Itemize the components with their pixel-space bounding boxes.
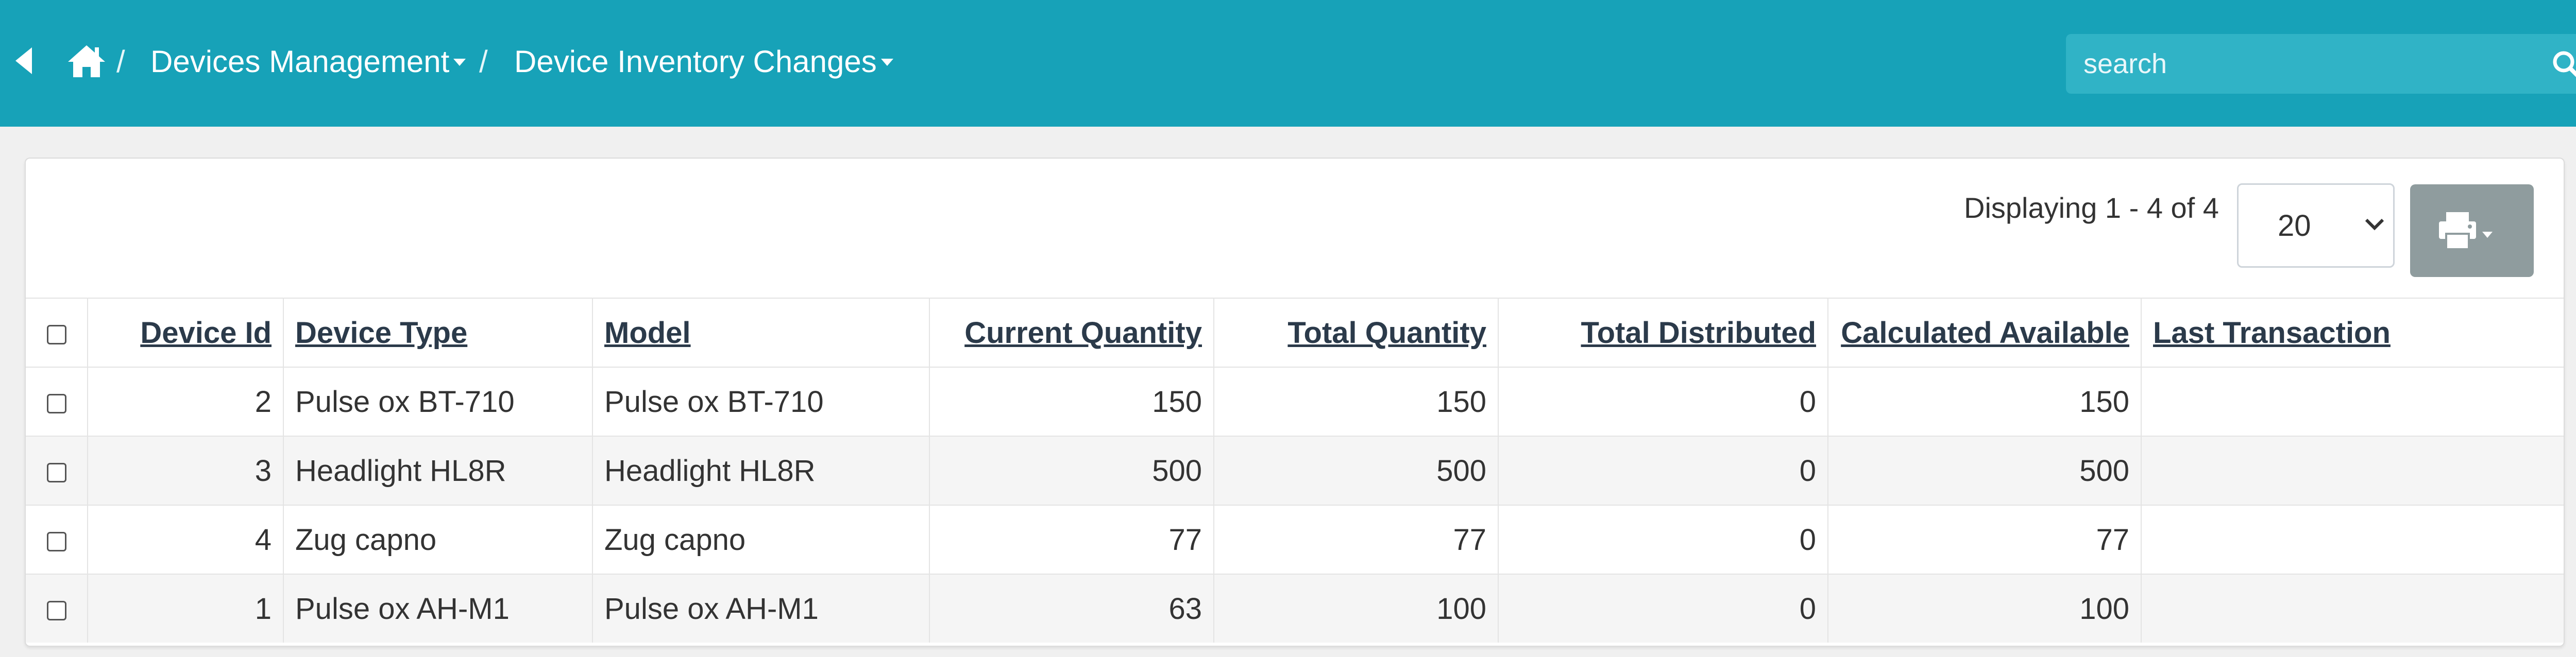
column-header-model[interactable]: Model [592, 298, 930, 367]
column-header-last-transaction[interactable]: Last Transaction [2141, 298, 2564, 367]
row-select-cell [26, 505, 88, 574]
breadcrumb-separator: / [479, 44, 488, 79]
column-header-total-distributed[interactable]: Total Distributed [1498, 298, 1828, 367]
row-checkbox[interactable] [46, 601, 66, 621]
cell-current-quantity: 150 [929, 367, 1214, 436]
breadcrumb-device-inventory-changes[interactable]: Device Inventory Changes [514, 43, 893, 80]
search-icon[interactable] [2551, 49, 2576, 80]
display-count: Displaying 1 - 4 of 4 [1964, 192, 2219, 224]
print-button[interactable] [2410, 184, 2534, 277]
page-size-value: 20 [2278, 209, 2311, 243]
column-header-calculated-available[interactable]: Calculated Available [1828, 298, 2142, 367]
row-checkbox[interactable] [46, 532, 66, 552]
cell-device-id: 2 [88, 367, 284, 436]
column-header-device-id[interactable]: Device Id [88, 298, 284, 367]
cell-current-quantity: 77 [929, 505, 1214, 574]
cell-model: Zug capno [592, 505, 930, 574]
back-arrow-icon[interactable] [13, 45, 34, 76]
inventory-panel: Displaying 1 - 4 of 4 20 Device Id Devic… [25, 158, 2565, 647]
breadcrumb-separator: / [116, 44, 125, 79]
column-header-total-quantity[interactable]: Total Quantity [1214, 298, 1499, 367]
caret-down-icon [453, 59, 466, 66]
cell-total-distributed: 0 [1498, 505, 1828, 574]
cell-total-distributed: 0 [1498, 436, 1828, 505]
cell-device-type: Headlight HL8R [283, 436, 593, 505]
cell-last-transaction [2141, 574, 2564, 643]
row-checkbox[interactable] [46, 463, 66, 483]
cell-model: Pulse ox AH-M1 [592, 574, 930, 643]
page-size-select[interactable]: 20 [2237, 183, 2395, 268]
search-box [2066, 34, 2576, 94]
home-icon[interactable] [67, 44, 106, 78]
cell-device-type: Pulse ox AH-M1 [283, 574, 593, 643]
table-header-row: Device Id Device Type Model Current Quan… [26, 298, 2564, 367]
cell-total-quantity: 77 [1214, 505, 1499, 574]
breadcrumb-label: Device Inventory Changes [514, 44, 877, 79]
cell-current-quantity: 500 [929, 436, 1214, 505]
breadcrumb-label: Devices Management [150, 44, 450, 79]
search-input[interactable] [2066, 34, 2519, 94]
cell-model: Headlight HL8R [592, 436, 930, 505]
cell-last-transaction [2141, 505, 2564, 574]
breadcrumb-devices-management[interactable]: Devices Management [150, 43, 466, 80]
table-row[interactable]: 4 Zug capno Zug capno 77 77 0 77 [26, 505, 2564, 574]
cell-device-id: 4 [88, 505, 284, 574]
cell-calculated-available: 150 [1828, 367, 2142, 436]
select-all-cell [26, 298, 88, 367]
cell-total-quantity: 100 [1214, 574, 1499, 643]
cell-total-quantity: 150 [1214, 367, 1499, 436]
cell-calculated-available: 500 [1828, 436, 2142, 505]
row-select-cell [26, 436, 88, 505]
cell-current-quantity: 63 [929, 574, 1214, 643]
cell-device-id: 1 [88, 574, 284, 643]
cell-device-type: Pulse ox BT-710 [283, 367, 593, 436]
row-checkbox[interactable] [46, 394, 66, 414]
column-header-current-quantity[interactable]: Current Quantity [929, 298, 1214, 367]
column-header-device-type[interactable]: Device Type [283, 298, 593, 367]
cell-total-distributed: 0 [1498, 367, 1828, 436]
cell-last-transaction [2141, 367, 2564, 436]
top-navbar: / Devices Management / Device Inventory … [0, 0, 2576, 127]
caret-down-icon [880, 59, 893, 66]
cell-model: Pulse ox BT-710 [592, 367, 930, 436]
table-row[interactable]: 3 Headlight HL8R Headlight HL8R 500 500 … [26, 436, 2564, 505]
row-select-cell [26, 574, 88, 643]
inventory-table: Device Id Device Type Model Current Quan… [26, 298, 2564, 643]
cell-last-transaction [2141, 436, 2564, 505]
select-all-checkbox[interactable] [46, 325, 66, 345]
row-select-cell [26, 367, 88, 436]
cell-device-type: Zug capno [283, 505, 593, 574]
chevron-down-icon [2365, 218, 2384, 231]
table-row[interactable]: 1 Pulse ox AH-M1 Pulse ox AH-M1 63 100 0… [26, 574, 2564, 643]
table-row[interactable]: 2 Pulse ox BT-710 Pulse ox BT-710 150 15… [26, 367, 2564, 436]
print-icon [2439, 212, 2493, 250]
cell-calculated-available: 77 [1828, 505, 2142, 574]
cell-calculated-available: 100 [1828, 574, 2142, 643]
cell-total-distributed: 0 [1498, 574, 1828, 643]
cell-device-id: 3 [88, 436, 284, 505]
cell-total-quantity: 500 [1214, 436, 1499, 505]
